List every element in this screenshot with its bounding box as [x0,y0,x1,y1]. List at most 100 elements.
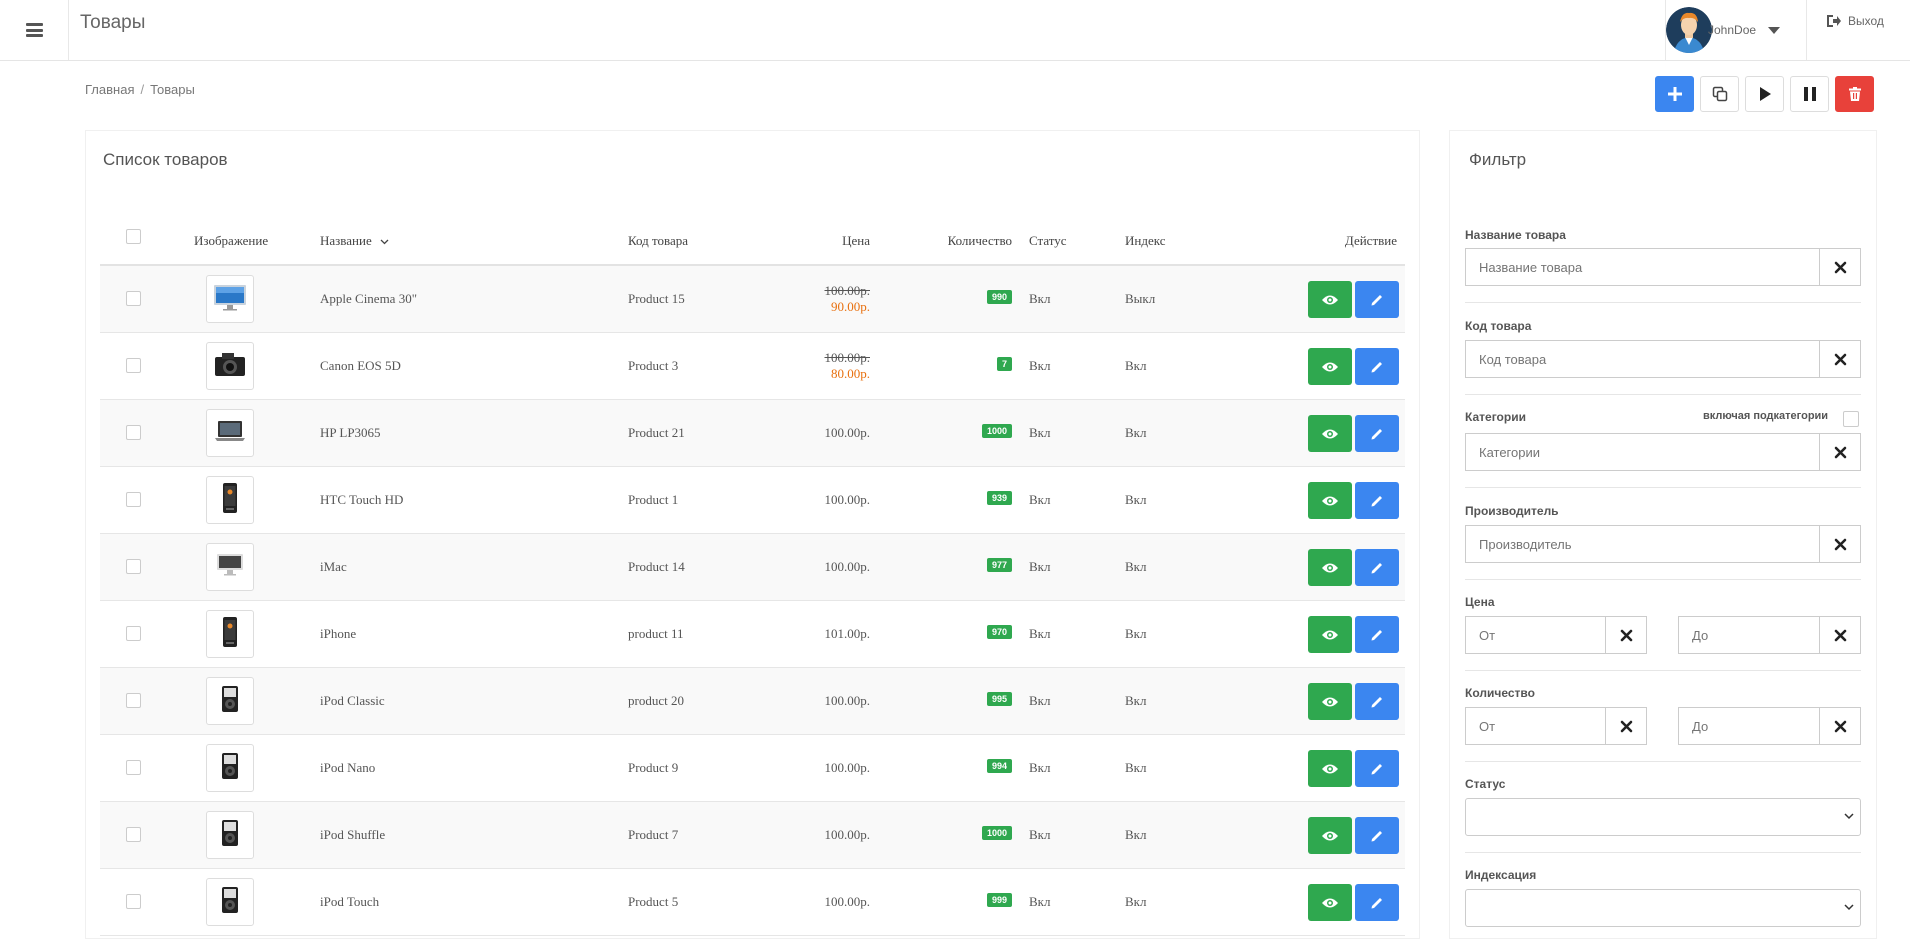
user-menu-button[interactable]: JohnDoe [1665,0,1807,60]
product-image [206,543,254,591]
logout-link[interactable]: Выход [1826,14,1884,28]
player-icon [213,751,247,785]
filter-name-label: Название товара [1465,228,1566,242]
filter-code-clear-button[interactable] [1819,340,1861,378]
select-all-checkbox[interactable] [126,229,141,244]
view-button[interactable] [1308,348,1352,385]
filter-price-from-input[interactable] [1465,616,1606,654]
page-title: Товары [80,12,146,33]
product-name: iPod Classic [320,693,385,708]
view-button[interactable] [1308,281,1352,318]
filter-quantity-from-input[interactable] [1465,707,1606,745]
desktop-icon [213,551,247,583]
filter-quantity-from-clear-button[interactable] [1605,707,1647,745]
row-checkbox[interactable] [126,626,141,641]
filter-indexing-select[interactable] [1465,889,1861,927]
enable-button[interactable] [1745,76,1784,112]
add-button[interactable] [1655,76,1694,112]
row-checkbox[interactable] [126,425,141,440]
edit-button[interactable] [1355,884,1399,921]
filter-price-to-clear-button[interactable] [1819,616,1861,654]
product-code: Product 21 [628,425,685,440]
edit-button[interactable] [1355,415,1399,452]
filter-price-from-clear-button[interactable] [1605,616,1647,654]
player-icon [213,684,247,718]
row-checkbox[interactable] [126,693,141,708]
price: 100.00р. 90.00р. [825,283,871,315]
filter-category-input[interactable] [1465,433,1820,471]
table-row: Apple Cinema 30" Product 15 100.00р. 90.00р… [100,266,1405,333]
product-list-title: Список товаров [103,150,228,169]
disable-button[interactable] [1790,76,1829,112]
view-button[interactable] [1308,750,1352,787]
menu-toggle-button[interactable] [0,0,69,60]
product-table: Изображение Название Код товара Цена Кол… [100,222,1405,936]
filter-category-clear-button[interactable] [1819,433,1861,471]
column-status[interactable]: Статус [1029,233,1067,249]
edit-button[interactable] [1355,281,1399,318]
product-image [206,409,254,457]
filter-quantity-to-input[interactable] [1678,707,1820,745]
filter-name-clear-button[interactable] [1819,248,1861,286]
view-button[interactable] [1308,415,1352,452]
product-code: Product 5 [628,894,679,909]
view-button[interactable] [1308,549,1352,586]
divider [1465,670,1861,671]
view-button[interactable] [1308,817,1352,854]
edit-button[interactable] [1355,750,1399,787]
column-quantity[interactable]: Количество [948,233,1012,249]
filter-status-select[interactable] [1465,798,1861,836]
plus-icon [1667,87,1682,101]
eye-icon [1322,630,1338,639]
row-checkbox[interactable] [126,291,141,306]
view-button[interactable] [1308,616,1352,653]
edit-button[interactable] [1355,482,1399,519]
view-button[interactable] [1308,884,1352,921]
filter-price-to-input[interactable] [1678,616,1820,654]
filter-manufacturer-input[interactable] [1465,525,1820,563]
edit-button[interactable] [1355,616,1399,653]
view-button[interactable] [1308,482,1352,519]
product-name: iPhone [320,626,357,641]
eye-icon [1322,362,1338,371]
special-price: 80.00р. [831,366,870,381]
close-icon [1620,629,1633,642]
product-code: product 20 [628,693,684,708]
filter-status-label: Статус [1465,777,1506,791]
close-icon [1834,261,1847,274]
table-header: Изображение Название Код товара Цена Кол… [100,222,1405,266]
column-name[interactable]: Название [320,233,389,249]
close-icon [1834,538,1847,551]
phone-icon [213,616,247,652]
product-index: Вкл [1125,559,1147,574]
product-status: Вкл [1029,827,1051,842]
copy-button[interactable] [1700,76,1739,112]
filter-quantity-to-clear-button[interactable] [1819,707,1861,745]
breadcrumb-products[interactable]: Товары [150,82,195,97]
edit-button[interactable] [1355,549,1399,586]
column-code[interactable]: Код товара [628,233,688,249]
edit-button[interactable] [1355,683,1399,720]
view-button[interactable] [1308,683,1352,720]
row-checkbox[interactable] [126,894,141,909]
edit-button[interactable] [1355,348,1399,385]
column-index[interactable]: Индекс [1125,233,1166,249]
eye-icon [1322,764,1338,773]
row-checkbox[interactable] [126,492,141,507]
delete-button[interactable] [1835,76,1874,112]
row-checkbox[interactable] [126,827,141,842]
edit-button[interactable] [1355,817,1399,854]
row-checkbox[interactable] [126,559,141,574]
filter-quantity-label: Количество [1465,686,1535,700]
price: 100.00р. [824,559,871,574]
quantity-badge: 995 [986,692,1012,706]
row-checkbox[interactable] [126,358,141,373]
filter-manufacturer-clear-button[interactable] [1819,525,1861,563]
filter-code-label: Код товара [1465,319,1532,333]
subcategories-checkbox[interactable] [1843,411,1859,427]
row-checkbox[interactable] [126,760,141,775]
breadcrumb-home[interactable]: Главная [85,82,134,97]
filter-name-input[interactable] [1465,248,1820,286]
column-price[interactable]: Цена [842,233,870,249]
filter-code-input[interactable] [1465,340,1820,378]
